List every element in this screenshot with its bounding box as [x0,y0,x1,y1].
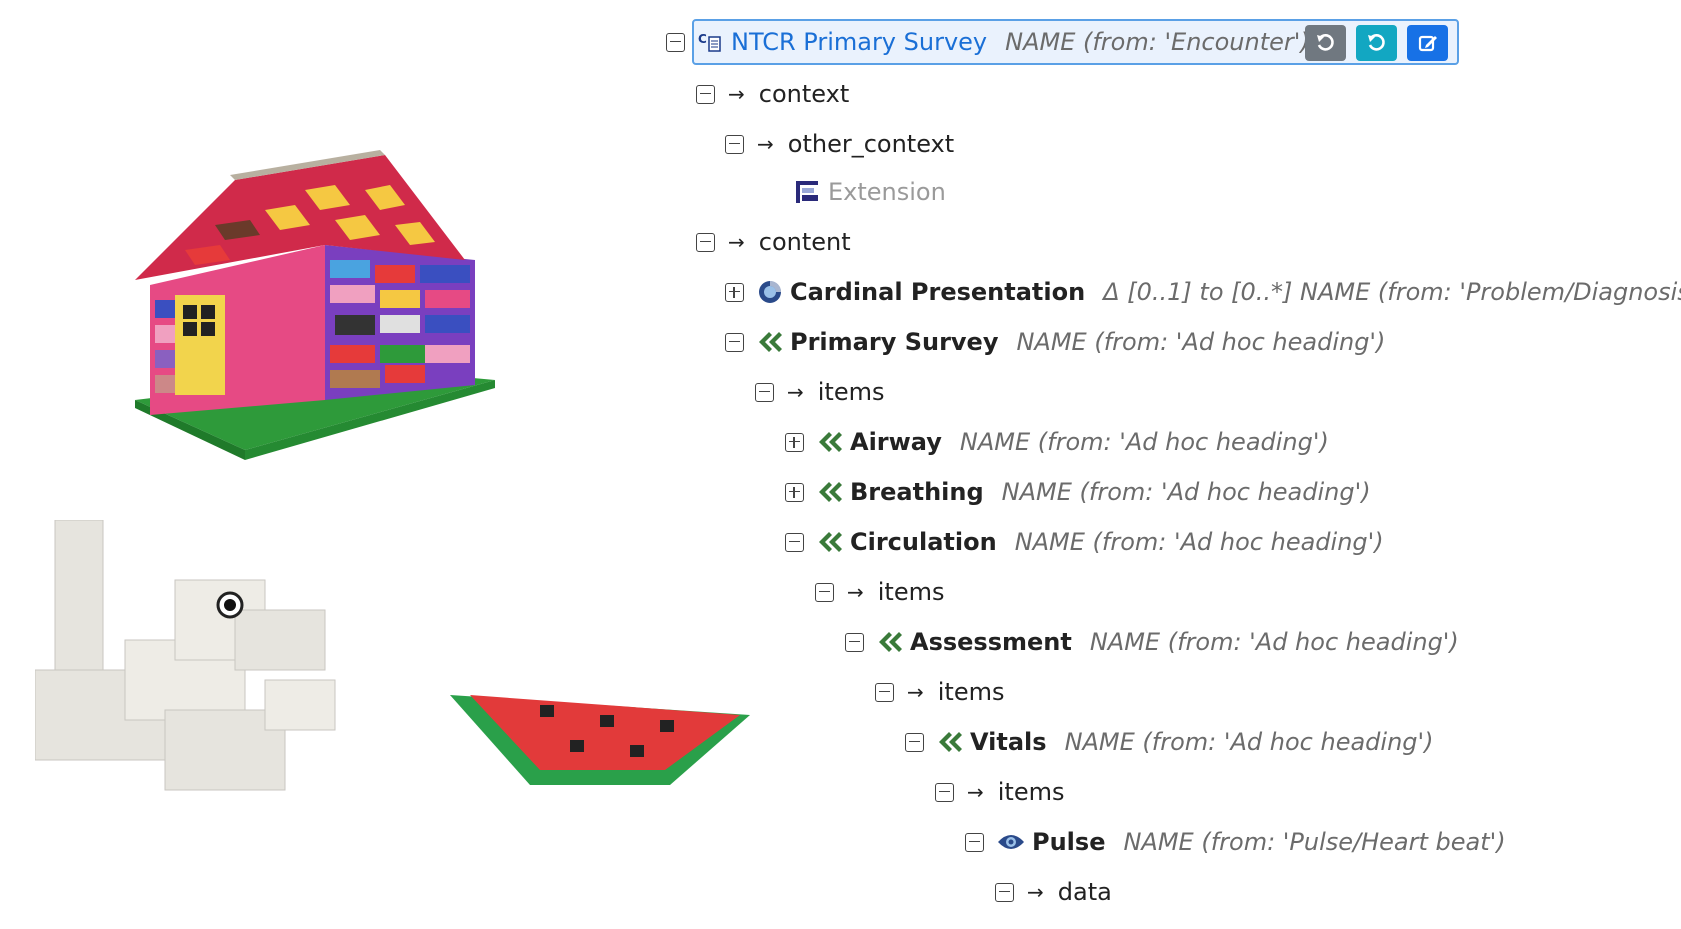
arrow-icon: → [728,230,745,254]
tree-node-items[interactable]: → items [815,572,945,612]
section-icon [937,730,963,754]
node-desc: NAME (from: 'Ad hoc heading') [1064,728,1434,756]
section-icon [757,330,783,354]
arrow-icon: → [787,380,804,404]
tree-node-items[interactable]: → items [875,672,1005,712]
tree-node-items[interactable]: → items [755,372,885,412]
node-title: Cardinal Presentation [790,278,1086,306]
node-desc: NAME (from: 'Ad hoc heading') [1089,628,1459,656]
section-icon [817,430,843,454]
collapse-icon[interactable] [755,382,774,402]
section-icon [817,530,843,554]
arrow-icon: → [1027,880,1044,904]
arrow-icon: → [757,132,774,156]
arrow-icon: → [967,780,984,804]
tree-node-primary-survey[interactable]: Primary Survey NAME (from: 'Ad hoc headi… [725,322,1385,362]
revert-icon [1316,34,1334,51]
tree-node-assessment[interactable]: Assessment NAME (from: 'Ad hoc heading') [845,622,1459,662]
tree-node-breathing[interactable]: Breathing NAME (from: 'Ad hoc heading') [785,472,1371,512]
node-title: Breathing [850,478,984,506]
lego-watermelon-image [450,695,750,785]
collapse-icon[interactable] [875,682,894,702]
node-label: items [877,578,945,606]
arrow-icon: → [907,680,924,704]
collapse-icon[interactable] [666,32,685,52]
collapse-icon[interactable] [725,332,744,352]
collapse-icon[interactable] [696,84,715,104]
tree-node-root[interactable]: C NTCR Primary Survey NAME (from: 'Encou… [666,22,1310,62]
arrow-icon: → [728,82,745,106]
node-label: Extension [828,178,946,206]
revert-button[interactable] [1305,25,1346,61]
node-desc: NAME (from: 'Ad hoc heading') [1014,528,1384,556]
tree-node-pulse[interactable]: Pulse NAME (from: 'Pulse/Heart beat') [965,822,1506,862]
node-label: items [817,378,885,406]
tree-node-vitals[interactable]: Vitals NAME (from: 'Ad hoc heading') [905,722,1433,762]
collapse-icon[interactable] [785,532,804,552]
root-title[interactable]: NTCR Primary Survey [731,28,987,56]
collapse-icon[interactable] [696,232,715,252]
section-icon [877,630,903,654]
expand-icon[interactable] [785,482,804,502]
collapse-icon[interactable] [845,632,864,652]
section-icon [817,480,843,504]
tree-node-data[interactable]: → data [995,872,1112,912]
extension-icon [795,180,821,204]
undo-button[interactable] [1356,25,1397,61]
composition-icon: C [698,31,724,53]
node-title: Assessment [910,628,1072,656]
expand-icon[interactable] [785,432,804,452]
edit-button[interactable] [1407,25,1448,61]
tree-node-items[interactable]: → items [935,772,1065,812]
lego-house-image [135,150,495,460]
collapse-icon[interactable] [725,134,744,154]
observation-eye-icon [997,832,1025,852]
lego-dinosaur-image [35,520,336,791]
node-desc: Δ [0..1] to [0..*] NAME (from: 'Problem/… [1103,278,1681,306]
tree-node-circulation[interactable]: Circulation NAME (from: 'Ad hoc heading'… [785,522,1384,562]
svg-text:C: C [698,32,707,46]
expand-icon[interactable] [725,282,744,302]
node-label: data [1057,878,1112,906]
arrow-icon: → [847,580,864,604]
node-desc: NAME (from: 'Ad hoc heading') [959,428,1329,456]
edit-icon [1418,35,1437,52]
node-desc: NAME (from: 'Pulse/Heart beat') [1123,828,1506,856]
node-desc: NAME (from: 'Ad hoc heading') [1016,328,1386,356]
node-label: other_context [787,130,955,158]
node-label: context [758,80,850,108]
tree-node-other-context[interactable]: → other_context [725,124,954,164]
evaluation-icon [757,279,783,305]
tree-node-cardinal-presentation[interactable]: Cardinal Presentation Δ [0..1] to [0..*]… [725,272,1681,312]
collapse-icon[interactable] [995,882,1014,902]
node-title: Pulse [1032,828,1106,856]
root-desc: NAME (from: 'Encounter') [1005,28,1310,56]
tree-node-airway[interactable]: Airway NAME (from: 'Ad hoc heading') [785,422,1329,462]
undo-icon [1367,34,1385,51]
tree-node-content[interactable]: → content [696,222,851,262]
node-title: Circulation [850,528,997,556]
collapse-icon[interactable] [935,782,954,802]
node-label: items [937,678,1005,706]
node-label: content [758,228,851,256]
collapse-icon[interactable] [905,732,924,752]
node-desc: NAME (from: 'Ad hoc heading') [1001,478,1371,506]
collapse-icon[interactable] [965,832,984,852]
collapse-icon[interactable] [815,582,834,602]
tree-node-context[interactable]: → context [696,74,849,114]
node-title: Vitals [970,728,1047,756]
node-title: Primary Survey [790,328,999,356]
node-label: items [997,778,1065,806]
tree-node-extension[interactable]: Extension [795,172,946,212]
node-title: Airway [850,428,942,456]
